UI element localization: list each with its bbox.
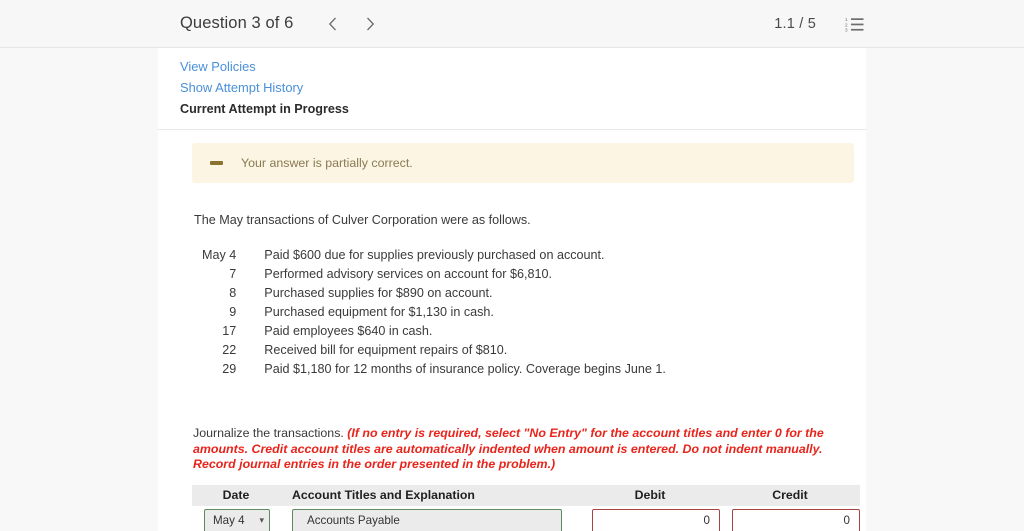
journal-entry-table: Date Account Titles and Explanation Debi…	[192, 484, 860, 531]
next-question-button[interactable]	[357, 11, 383, 37]
journal-debit-cell: 0	[580, 508, 720, 531]
journal-header-row: Date Account Titles and Explanation Debi…	[192, 484, 860, 506]
transactions-list: May 4 Paid $600 due for supplies previou…	[202, 247, 666, 380]
question-header-bar: Question 3 of 6 1.1 / 5 1 2 3	[0, 0, 1024, 48]
transactions-list-body: May 4 Paid $600 due for supplies previou…	[202, 247, 666, 380]
page-body: View Policies Show Attempt History Curre…	[0, 48, 1024, 531]
journal-account-cell: Accounts Payable	[280, 508, 580, 531]
column-header-account: Account Titles and Explanation	[292, 488, 475, 502]
page-title: Question 3 of 6	[180, 14, 294, 32]
transaction-date: 7	[229, 267, 237, 281]
view-policies-link[interactable]: View Policies	[180, 56, 256, 77]
transaction-row: May 4 Paid $600 due for supplies previou…	[202, 247, 666, 266]
show-attempt-history-link[interactable]: Show Attempt History	[180, 77, 303, 98]
chevron-left-icon	[328, 17, 336, 30]
transaction-row: 9 Purchased equipment for $1,130 in cash…	[202, 304, 666, 323]
transaction-row: 22 Received bill for equipment repairs o…	[202, 342, 666, 361]
instruction-lead: Journalize the transactions.	[193, 426, 348, 440]
date-select[interactable]: May 4 ▾	[204, 508, 270, 531]
transaction-description: Purchased supplies for $890 on account.	[264, 286, 493, 300]
transaction-description: Performed advisory services on account f…	[264, 267, 552, 281]
chevron-down-icon: ▾	[259, 515, 264, 525]
transaction-row: 17 Paid employees $640 in cash.	[202, 323, 666, 342]
chevron-right-icon	[366, 17, 375, 30]
section-divider	[158, 129, 866, 130]
credit-input[interactable]: 0	[732, 508, 860, 531]
transaction-date: 9	[229, 305, 237, 319]
transaction-date: May 4	[202, 248, 237, 262]
question-list-button[interactable]: 1 2 3	[844, 15, 864, 33]
numbered-list-icon: 1 2 3	[845, 17, 863, 32]
header-left-group: Question 3 of 6	[180, 11, 383, 37]
transaction-date: 22	[222, 343, 237, 357]
debit-input[interactable]: 0	[592, 508, 720, 531]
question-panel: View Policies Show Attempt History Curre…	[158, 48, 866, 531]
svg-text:1: 1	[845, 17, 848, 22]
transaction-description: Purchased equipment for $1,130 in cash.	[264, 305, 494, 319]
current-attempt-label: Current Attempt in Progress	[180, 102, 349, 116]
transaction-description: Paid employees $640 in cash.	[264, 324, 433, 338]
problem-intro: The May transactions of Culver Corporati…	[194, 213, 531, 227]
svg-text:3: 3	[845, 28, 848, 32]
journal-credit-cell: 0	[720, 508, 860, 531]
transaction-date: 29	[222, 362, 237, 376]
journal-row: May 4 ▾ Accounts Payable 0 0	[192, 506, 860, 531]
journal-date-cell: May 4 ▾	[192, 508, 280, 531]
column-header-credit: Credit	[772, 488, 808, 502]
status-banner: Your answer is partially correct.	[192, 143, 854, 183]
account-title-input[interactable]: Accounts Payable	[292, 508, 562, 531]
previous-question-button[interactable]	[319, 11, 345, 37]
transaction-description: Paid $600 due for supplies previously pu…	[264, 248, 605, 262]
transaction-date: 17	[222, 324, 237, 338]
minus-icon	[210, 161, 223, 165]
panel-content: View Policies Show Attempt History Curre…	[158, 48, 866, 531]
header-right-group: 1.1 / 5 1 2 3	[774, 0, 864, 48]
date-select-value: May 4	[213, 514, 245, 527]
status-banner-text: Your answer is partially correct.	[241, 156, 413, 170]
transaction-row: 8 Purchased supplies for $890 on account…	[202, 285, 666, 304]
score-display: 1.1 / 5	[774, 16, 816, 32]
column-header-debit: Debit	[634, 488, 666, 502]
instruction-text: Journalize the transactions. (If no entr…	[193, 426, 854, 473]
transaction-row: 7 Performed advisory services on account…	[202, 266, 666, 285]
transaction-row: 29 Paid $1,180 for 12 months of insuranc…	[202, 361, 666, 380]
column-header-date: Date	[222, 488, 250, 502]
transaction-description: Paid $1,180 for 12 months of insurance p…	[264, 362, 666, 376]
transaction-date: 8	[229, 286, 237, 300]
transaction-description: Received bill for equipment repairs of $…	[264, 343, 508, 357]
